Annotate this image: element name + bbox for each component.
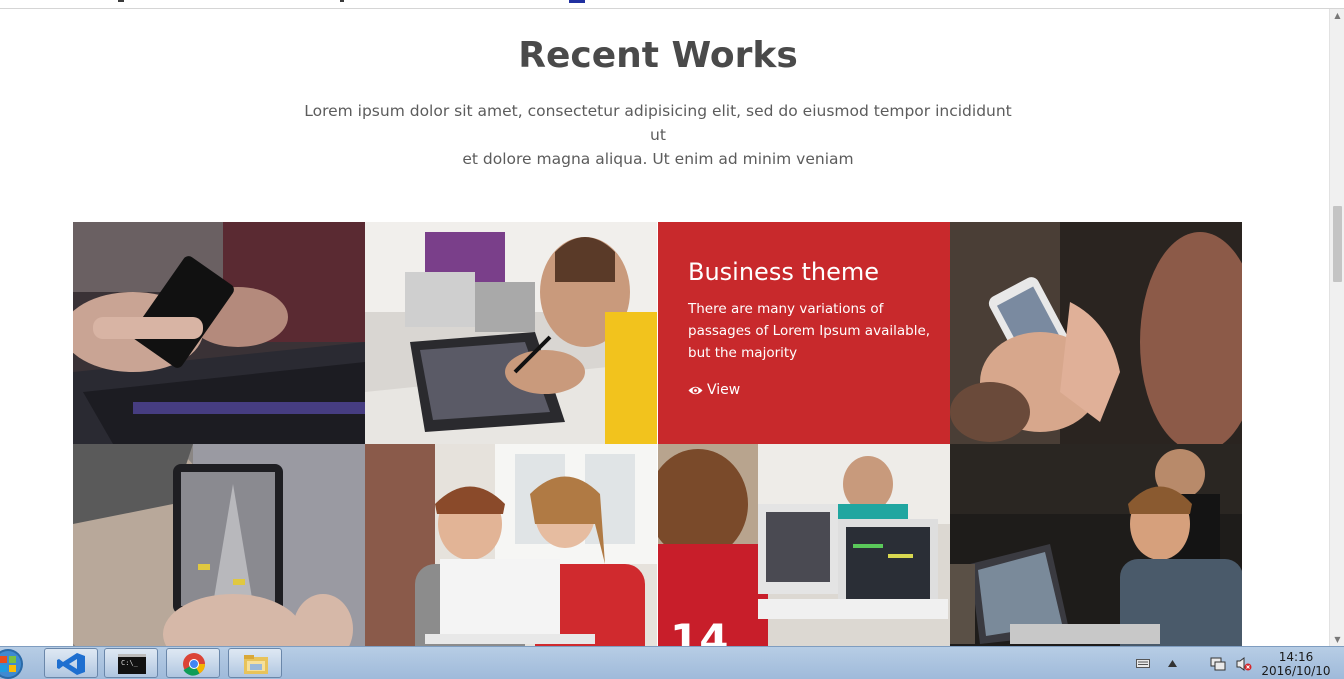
windows-taskbar: C:\_ 14:16 2016/10/10 [0, 646, 1344, 679]
portfolio-photo [365, 444, 657, 646]
portfolio-photo [73, 222, 365, 444]
section-description: Lorem ipsum dolor sit amet, consectetur … [300, 99, 1016, 171]
network-icon[interactable] [1210, 657, 1226, 671]
portfolio-item-white-phone[interactable] [950, 222, 1242, 444]
svg-text:14: 14 [670, 615, 728, 646]
start-button-icon[interactable] [0, 647, 28, 679]
clock-time: 14:16 [1278, 650, 1314, 664]
description-line-1: Lorem ipsum dolor sit amet, consectetur … [304, 102, 1012, 144]
portfolio-item-man-laptop[interactable] [950, 444, 1242, 646]
visual-studio-icon [57, 653, 85, 675]
scroll-thumb[interactable] [1333, 206, 1342, 282]
portfolio-photo: 14 [658, 444, 950, 646]
section-title: Recent Works [518, 35, 798, 76]
description-line-2: et dolore magna aliqua. Ut enim ad minim… [462, 150, 854, 168]
portfolio-item-city-phone[interactable] [73, 444, 365, 646]
taskbar-chrome[interactable] [166, 648, 220, 678]
scroll-down-arrow[interactable]: ▼ [1333, 635, 1342, 644]
portfolio-item-kids-laptop[interactable] [365, 444, 657, 646]
eye-icon [688, 386, 703, 395]
page-scrollbar[interactable]: ▲ ▼ [1329, 9, 1344, 646]
portfolio-photo [365, 222, 657, 444]
taskbar-command-prompt[interactable]: C:\_ [104, 648, 158, 678]
portfolio-item-phone-hands[interactable] [73, 222, 365, 444]
portfolio-photo [950, 444, 1242, 646]
view-link[interactable]: View [688, 382, 740, 398]
keyboard-icon[interactable] [1136, 659, 1150, 668]
command-prompt-icon: C:\_ [118, 654, 146, 674]
portfolio-grid: Business theme There are many variations… [73, 222, 1243, 646]
view-label: View [707, 382, 741, 398]
volume-muted-icon[interactable] [1236, 657, 1252, 671]
clock-date: 2016/10/10 [1261, 664, 1331, 678]
portfolio-photo [950, 222, 1242, 444]
file-explorer-icon [244, 655, 268, 674]
portfolio-photo [73, 444, 365, 646]
portfolio-item-kids-coding[interactable]: 14 [658, 444, 950, 646]
svg-text:C:\_: C:\_ [121, 659, 139, 667]
portfolio-item-business-theme[interactable]: Business theme There are many variations… [658, 222, 950, 444]
overlay-title: Business theme [688, 258, 879, 286]
page-viewport: Recent Works Lorem ipsum dolor sit amet,… [0, 9, 1329, 646]
overlay-text: There are many variations of passages of… [688, 301, 931, 361]
scroll-up-arrow[interactable]: ▲ [1333, 11, 1342, 20]
taskbar-file-explorer[interactable] [228, 648, 282, 678]
browser-top-edge [0, 0, 1344, 9]
portfolio-item-tablet-drawing[interactable] [365, 222, 657, 444]
system-clock[interactable]: 14:16 2016/10/10 [1261, 650, 1331, 678]
taskbar-visual-studio[interactable] [44, 648, 98, 678]
show-hidden-icons-arrow-icon[interactable] [1168, 660, 1177, 667]
chrome-icon [183, 653, 205, 676]
system-tray: 14:16 2016/10/10 [1124, 647, 1344, 679]
